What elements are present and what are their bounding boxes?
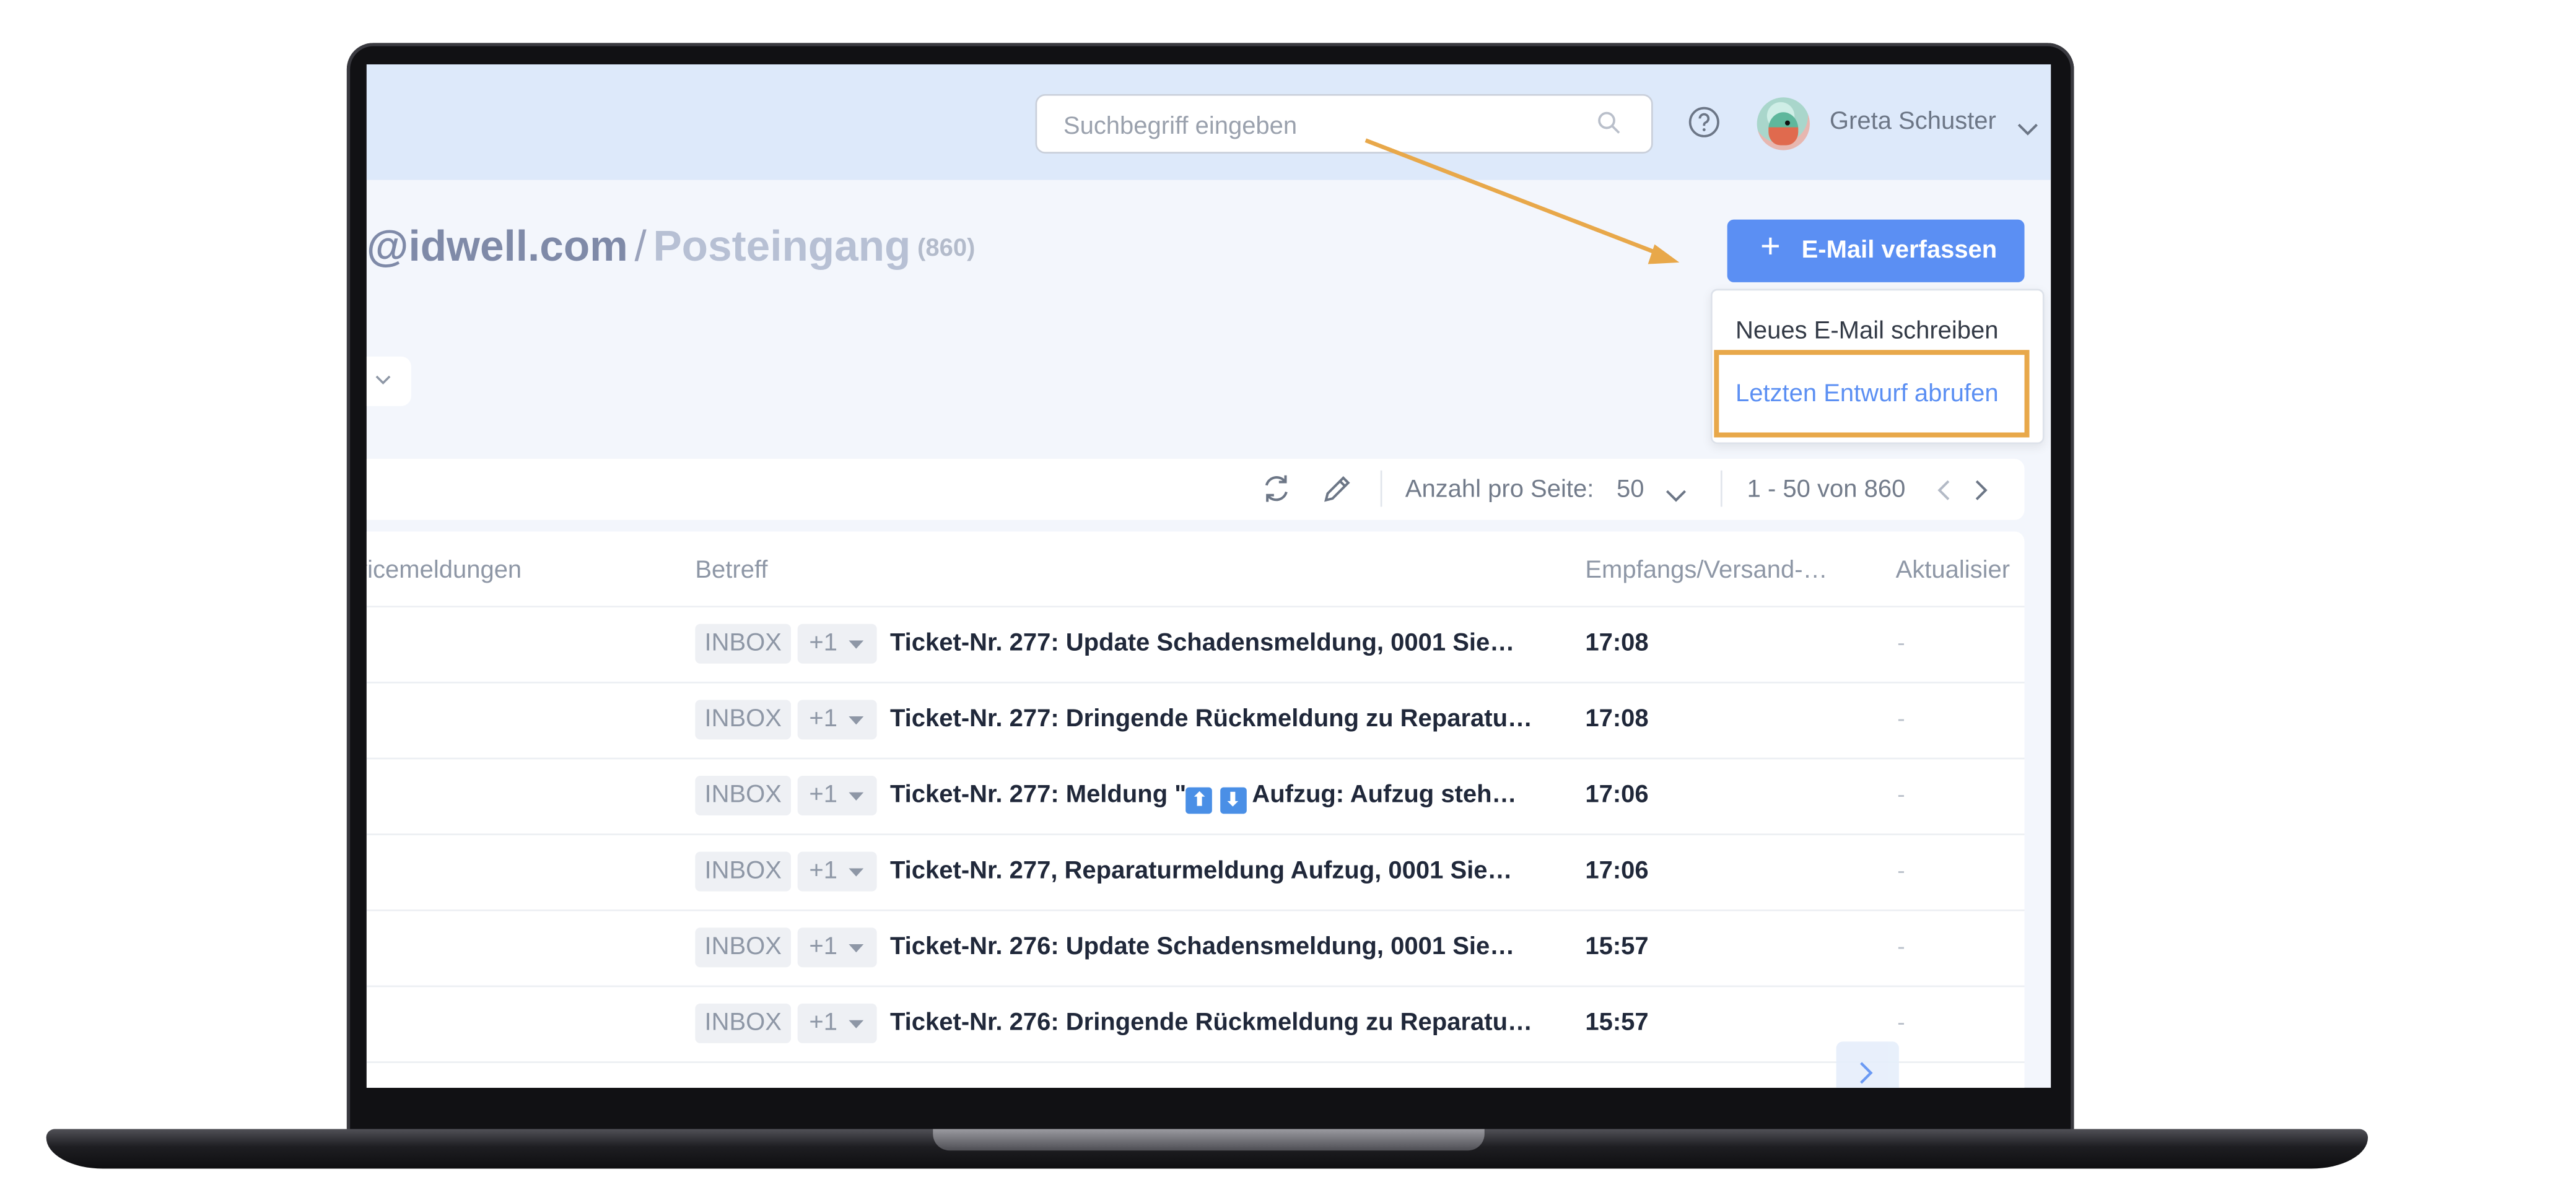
column-header-servicemeldungen[interactable]: rvicemeldungen bbox=[367, 556, 522, 584]
folder-tag: INBOX bbox=[695, 927, 792, 968]
more-tags-label: +1 bbox=[809, 705, 837, 733]
table-row[interactable]: INBOX +1 Ticket-Nr. 276: Update Schadens… bbox=[366, 909, 2025, 987]
table-row[interactable]: INBOX +1 Ticket-Nr. 277: Update Schadens… bbox=[366, 606, 2025, 683]
subject-suffix: Aufzug: Aufzug steh… bbox=[1252, 781, 1517, 809]
email-time: 17:06 bbox=[1585, 856, 1649, 885]
more-tags[interactable]: +1 bbox=[797, 776, 877, 816]
chevron-right-icon[interactable] bbox=[1973, 479, 1990, 510]
email-subject[interactable]: Ticket-Nr. 277, Reparaturmeldung Aufzug,… bbox=[890, 857, 1512, 885]
edit-icon[interactable] bbox=[1321, 472, 1354, 513]
email-time: 15:57 bbox=[1585, 1008, 1649, 1037]
more-tags[interactable]: +1 bbox=[797, 1003, 877, 1043]
chevron-right-icon bbox=[1860, 1062, 1873, 1084]
arrow-down-emoji-icon: ⬇ bbox=[1220, 787, 1246, 814]
updated-value: - bbox=[1897, 932, 1905, 959]
folder-tag: INBOX bbox=[695, 623, 792, 664]
column-header-subject[interactable]: Betreff bbox=[695, 556, 767, 584]
filter-dropdown[interactable] bbox=[366, 356, 411, 406]
more-tags[interactable]: +1 bbox=[797, 623, 877, 664]
caret-down-icon bbox=[849, 716, 864, 725]
table-row[interactable]: INBOX +1 Ticket-Nr. 277: Meldung " ⬆ ⬇ Au… bbox=[366, 757, 2025, 835]
email-time: 17:08 bbox=[1585, 705, 1649, 733]
caret-down-icon bbox=[849, 868, 864, 877]
folder-tag: INBOX bbox=[695, 700, 792, 740]
more-tags-label: +1 bbox=[809, 781, 837, 809]
table-row[interactable]: INBOX +1 Ticket-Nr. 277: Dringende Rückm… bbox=[366, 682, 2025, 759]
more-tags-label: +1 bbox=[809, 856, 837, 885]
arrow-up-emoji-icon: ⬆ bbox=[1186, 787, 1213, 814]
list-toolbar: Anzahl pro Seite: 50 1 - 50 von 860 bbox=[366, 459, 2025, 520]
subject-prefix: Ticket-Nr. 277: Meldung " bbox=[889, 781, 1187, 809]
table-row[interactable]: INBOX +1 Ticket-Nr. 276: Dringende Rückm… bbox=[366, 985, 2025, 1063]
column-header-received[interactable]: Empfangs/Versand-… bbox=[1585, 556, 1827, 584]
per-page-label: Anzahl pro Seite: bbox=[1405, 475, 1594, 504]
caret-down-icon bbox=[849, 1020, 864, 1028]
folder-tag: INBOX bbox=[695, 1003, 792, 1043]
scroll-right-button[interactable] bbox=[1836, 1041, 1899, 1088]
column-header-updated[interactable]: Aktualisier bbox=[1896, 556, 2010, 584]
email-subject[interactable]: Ticket-Nr. 277: Update Schadensmeldung, … bbox=[890, 629, 1514, 657]
caret-down-icon bbox=[849, 944, 864, 953]
laptop-hinge bbox=[933, 1129, 1485, 1151]
updated-value: - bbox=[1897, 781, 1905, 807]
refresh-icon[interactable] bbox=[1260, 472, 1293, 513]
email-subject[interactable]: Ticket-Nr. 276: Update Schadensmeldung, … bbox=[890, 932, 1514, 960]
folder-tag: INBOX bbox=[695, 776, 792, 816]
updated-value: - bbox=[1897, 856, 1905, 884]
more-tags[interactable]: +1 bbox=[797, 927, 877, 968]
more-tags[interactable]: +1 bbox=[797, 851, 877, 892]
email-subject[interactable]: Ticket-Nr. 276: Dringende Rückmeldung zu… bbox=[890, 1009, 1532, 1036]
more-tags-label: +1 bbox=[809, 1008, 837, 1037]
caret-down-icon bbox=[849, 640, 864, 649]
chevron-left-icon[interactable] bbox=[1936, 479, 1952, 510]
chevron-down-icon bbox=[375, 375, 391, 384]
updated-value: - bbox=[1897, 628, 1905, 656]
divider bbox=[1720, 470, 1722, 507]
updated-value: - bbox=[1897, 1008, 1905, 1035]
email-subject[interactable]: Ticket-Nr. 277: Dringende Rückmeldung zu… bbox=[890, 705, 1532, 732]
more-tags-label: +1 bbox=[809, 932, 837, 961]
more-tags-label: +1 bbox=[809, 628, 837, 658]
email-time: 15:57 bbox=[1585, 932, 1649, 961]
chevron-down-icon[interactable] bbox=[1664, 482, 1687, 511]
table-row[interactable]: INBOX +1 Ticket-Nr. 277, Reparaturmeldun… bbox=[366, 833, 2025, 911]
more-tags[interactable]: +1 bbox=[797, 700, 877, 740]
updated-value: - bbox=[1897, 705, 1905, 732]
scene: Greta Schuster @idwell.com/Posteingang(8… bbox=[0, 0, 2576, 1190]
email-table: rvicemeldungen Betreff Empfangs/Versand-… bbox=[366, 531, 2025, 1088]
table-row[interactable] bbox=[366, 1061, 2025, 1088]
email-subject[interactable]: Ticket-Nr. 277: Meldung " ⬆ ⬇ Aufzug: Auf… bbox=[890, 781, 1517, 814]
folder-tag: INBOX bbox=[695, 851, 792, 892]
per-page-select[interactable]: 50 bbox=[1617, 476, 1644, 503]
email-time: 17:08 bbox=[1585, 628, 1649, 658]
pagination-range: 1 - 50 von 860 bbox=[1747, 475, 1906, 504]
caret-down-icon bbox=[849, 792, 864, 801]
email-time: 17:06 bbox=[1585, 781, 1649, 809]
screen: Greta Schuster @idwell.com/Posteingang(8… bbox=[366, 64, 2051, 1088]
divider bbox=[1380, 470, 1382, 507]
